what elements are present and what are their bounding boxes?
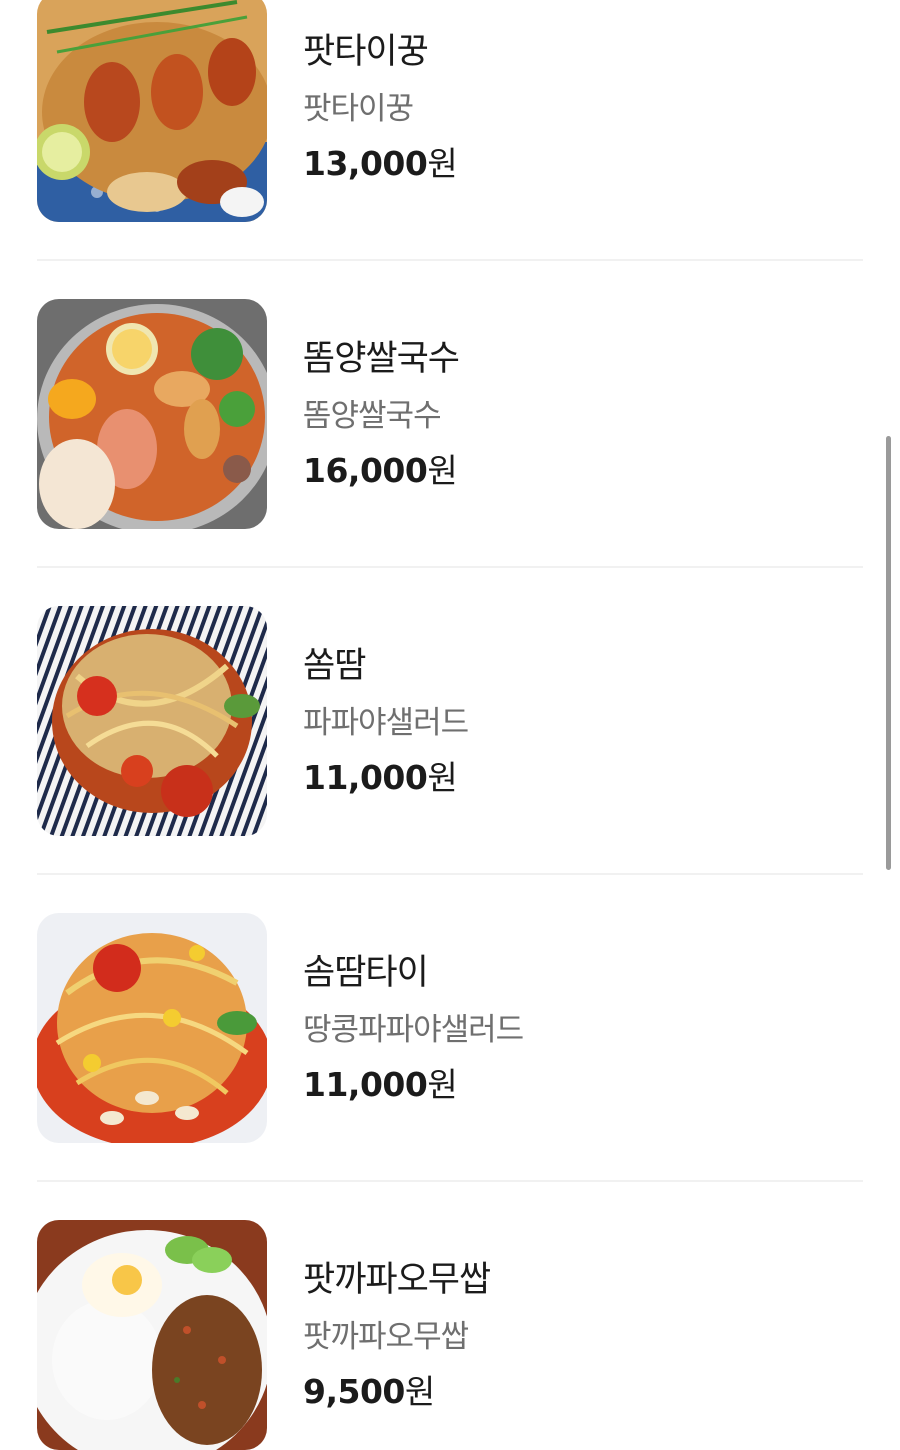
menu-item-name: 팟까파오무쌉: [303, 1260, 491, 1300]
divider: [37, 566, 863, 568]
menu-item-description: 똠양쌀국수: [303, 398, 442, 434]
menu-item-description: 파파야샐러드: [303, 705, 469, 741]
price-currency: 원: [427, 758, 458, 797]
price-currency: 원: [427, 144, 458, 183]
basil-pork-rice-photo: [37, 1220, 267, 1450]
menu-item-description: 팟타이꿍: [303, 91, 414, 127]
menu-item[interactable]: 쏨땀 파파야샐러드 11,000원: [37, 606, 863, 836]
menu-list: 팟타이꿍 팟타이꿍 13,000원 똠양쌀국수 똠양쌀국수 16,000원 쏨땀…: [0, 0, 900, 1450]
menu-item[interactable]: 똠양쌀국수 똠양쌀국수 16,000원: [37, 299, 863, 529]
price-currency: 원: [427, 451, 458, 490]
price-amount: 11,000: [303, 758, 428, 797]
price-currency: 원: [427, 1065, 458, 1104]
pad-thai-shrimp-photo: [37, 0, 267, 222]
menu-item-name: 쏨땀: [303, 646, 366, 686]
menu-item-description: 팟까파오무쌉: [303, 1319, 469, 1355]
menu-item-price: 11,000원: [303, 751, 458, 799]
menu-item-price: 9,500원: [303, 1365, 435, 1413]
menu-item-price: 11,000원: [303, 1058, 458, 1106]
menu-item[interactable]: 팟까파오무쌉 팟까파오무쌉 9,500원: [37, 1220, 863, 1450]
menu-item-price: 13,000원: [303, 137, 458, 185]
divider: [37, 1180, 863, 1182]
menu-item-price: 16,000원: [303, 444, 458, 492]
menu-item-description: 땅콩파파야샐러드: [303, 1012, 524, 1048]
papaya-salad-photo: [37, 606, 267, 836]
price-amount: 9,500: [303, 1372, 405, 1411]
peanut-papaya-salad-photo: [37, 913, 267, 1143]
vertical-scrollbar[interactable]: [886, 436, 891, 870]
price-amount: 11,000: [303, 1065, 428, 1104]
divider: [37, 873, 863, 875]
price-amount: 13,000: [303, 144, 428, 183]
tom-yum-noodle-photo: [37, 299, 267, 529]
menu-item[interactable]: 팟타이꿍 팟타이꿍 13,000원: [37, 0, 863, 222]
menu-item-name: 솜땀타이: [303, 953, 429, 993]
divider: [37, 259, 863, 261]
price-amount: 16,000: [303, 451, 428, 490]
menu-item[interactable]: 솜땀타이 땅콩파파야샐러드 11,000원: [37, 913, 863, 1143]
menu-item-name: 팟타이꿍: [303, 32, 429, 72]
menu-item-name: 똠양쌀국수: [303, 339, 460, 379]
price-currency: 원: [404, 1372, 435, 1411]
